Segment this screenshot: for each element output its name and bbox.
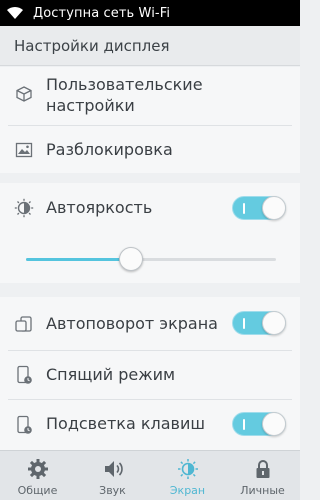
wifi-icon: [7, 6, 23, 19]
nav-screen-label: Экран: [169, 484, 206, 497]
custom-settings-label: Пользовательские настройки: [46, 74, 203, 116]
custom-settings-item[interactable]: Пользовательские настройки: [0, 67, 300, 120]
key-backlight-toggle[interactable]: [232, 412, 286, 436]
sleep-label: Спящий режим: [46, 365, 176, 384]
brightness-icon: [14, 198, 34, 218]
autorotate-item[interactable]: Автоповорот экрана: [0, 297, 300, 350]
toggle-knob: [262, 311, 286, 335]
toggle-on-mark: [243, 318, 245, 329]
toggle-on-mark: [243, 419, 245, 430]
nav-sound-label: Звук: [99, 484, 126, 497]
brightness-icon: [177, 459, 198, 479]
settings-group-3: Автоповорот экрана Спящий режим Подсветк…: [0, 297, 300, 450]
picture-icon: [14, 140, 34, 160]
nav-sound[interactable]: Звук: [75, 451, 150, 500]
phone-clock-icon: [14, 365, 34, 385]
autobrightness-toggle[interactable]: [232, 196, 286, 220]
toggle-on-mark: [243, 203, 245, 214]
brightness-slider[interactable]: [26, 247, 276, 271]
custom-settings-label-line2: настройки: [46, 96, 135, 115]
nav-screen[interactable]: Экран: [150, 451, 225, 500]
unlock-label: Разблокировка: [46, 140, 173, 159]
autobrightness-item[interactable]: Автояркость: [0, 183, 300, 233]
cube-icon: [14, 84, 34, 104]
settings-group-1: Пользовательские настройки Разблокировка: [0, 67, 300, 173]
nav-personal-label: Личные: [240, 484, 285, 497]
status-bar: Доступна сеть Wi-Fi: [0, 0, 300, 26]
status-text: Доступна сеть Wi-Fi: [33, 5, 171, 21]
bottom-nav: Общие Звук Экран Личные: [0, 450, 300, 500]
page-title: Настройки дисплея: [0, 26, 300, 66]
gear-icon: [27, 459, 48, 479]
nav-personal[interactable]: Личные: [225, 451, 300, 500]
toggle-knob: [262, 412, 286, 436]
key-backlight-item[interactable]: Подсветка клавиш: [0, 400, 300, 450]
phone-clock-icon: [14, 415, 34, 435]
brightness-group: Автояркость: [0, 183, 300, 283]
unlock-item[interactable]: Разблокировка: [0, 126, 300, 173]
nav-general[interactable]: Общие: [0, 451, 75, 500]
nav-general-label: Общие: [17, 484, 58, 497]
key-backlight-label: Подсветка клавиш: [46, 414, 205, 433]
lock-icon: [256, 460, 269, 478]
toggle-knob: [262, 196, 286, 220]
autobrightness-label: Автояркость: [46, 198, 153, 217]
custom-settings-label-line1: Пользовательские: [46, 75, 203, 94]
autorotate-toggle[interactable]: [232, 311, 286, 335]
rotate-icon: [14, 314, 34, 334]
brightness-slider-fill: [26, 258, 131, 261]
speaker-icon: [104, 461, 123, 477]
sleep-item[interactable]: Спящий режим: [0, 351, 300, 399]
brightness-slider-thumb[interactable]: [119, 247, 143, 271]
autorotate-label: Автоповорот экрана: [46, 314, 218, 333]
